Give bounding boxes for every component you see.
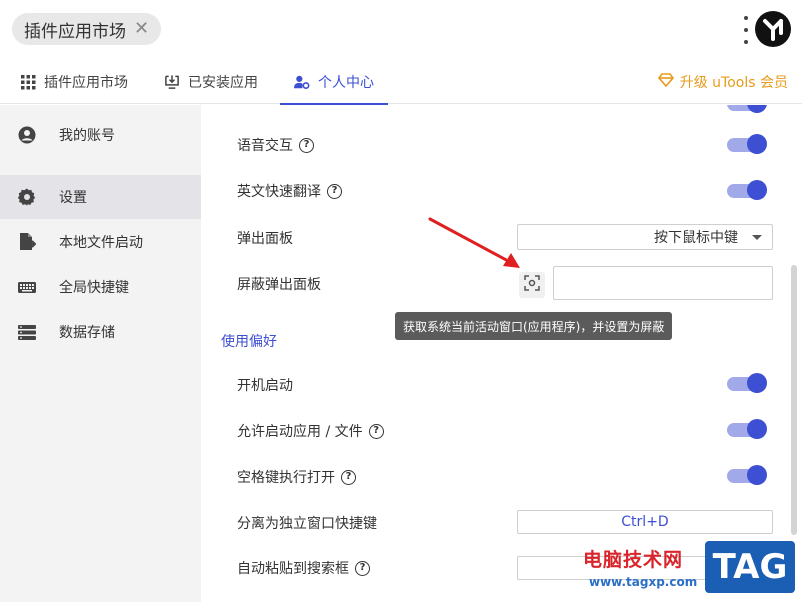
diamond-icon bbox=[657, 73, 674, 91]
file-launch-icon bbox=[18, 233, 37, 251]
help-icon[interactable]: ? bbox=[341, 469, 356, 485]
sidebar-item-label: 本地文件启动 bbox=[59, 235, 143, 251]
sidebar-item-settings[interactable]: 设置 bbox=[0, 175, 201, 219]
settings-panel: 语音交互 ? 英文快速翻译 ? 弹出面板 按下鼠标中键 屏蔽弹出面板 获取系统当… bbox=[201, 105, 802, 602]
blocked-apps-input[interactable] bbox=[553, 266, 773, 300]
grid-icon bbox=[20, 74, 36, 90]
scrollbar[interactable] bbox=[791, 265, 797, 535]
setting-row-autostart: 开机启动 bbox=[237, 375, 293, 395]
tab-installed-apps[interactable]: 已安装应用 bbox=[164, 60, 258, 104]
setting-label: 分离为独立窗口快捷键 bbox=[237, 516, 377, 532]
watermark-tag-logo: TAG bbox=[705, 541, 795, 593]
sidebar-item-label: 全局快捷键 bbox=[59, 280, 129, 296]
sidebar-item-account[interactable]: 我的账号 bbox=[0, 113, 201, 157]
voice-toggle[interactable] bbox=[727, 134, 767, 154]
setting-row-translate: 英文快速翻译 ? bbox=[237, 181, 342, 201]
autostart-toggle[interactable] bbox=[727, 373, 767, 393]
setting-label: 开机启动 bbox=[237, 378, 293, 394]
translate-toggle[interactable] bbox=[727, 180, 767, 200]
setting-label: 屏蔽弹出面板 bbox=[237, 277, 321, 293]
capture-window-button[interactable] bbox=[519, 272, 545, 298]
setting-label: 弹出面板 bbox=[237, 231, 293, 247]
allow-launch-toggle[interactable] bbox=[727, 419, 767, 439]
toggle-switch[interactable] bbox=[727, 105, 767, 113]
keyboard-icon bbox=[18, 278, 36, 296]
watermark-url: www.tagxp.com bbox=[589, 575, 698, 589]
setting-row-voice: 语音交互 ? bbox=[237, 135, 314, 155]
tab-bar: 插件应用市场 已安装应用 个人中心 升级 uTools 会员 bbox=[0, 60, 802, 105]
help-icon[interactable]: ? bbox=[327, 183, 342, 199]
sidebar: 我的账号 设置 本地文件启动 全局快捷键 数据存储 bbox=[0, 105, 201, 602]
section-title-preferences: 使用偏好 bbox=[221, 334, 277, 350]
search-tag-text: 插件应用市场 bbox=[24, 21, 126, 42]
more-menu-icon[interactable] bbox=[742, 16, 750, 44]
sidebar-item-label: 数据存储 bbox=[59, 325, 115, 341]
upgrade-member-link[interactable]: 升级 uTools 会员 bbox=[657, 60, 788, 104]
chevron-down-icon bbox=[752, 235, 762, 240]
help-icon[interactable]: ? bbox=[299, 137, 314, 153]
tab-label: 个人中心 bbox=[318, 75, 374, 91]
upgrade-label: 升级 uTools 会员 bbox=[679, 75, 788, 91]
tab-label: 已安装应用 bbox=[188, 75, 258, 91]
setting-row-detach-shortcut: 分离为独立窗口快捷键 bbox=[237, 513, 377, 533]
sidebar-item-label: 设置 bbox=[59, 190, 87, 206]
tab-personal-center[interactable]: 个人中心 bbox=[280, 60, 388, 105]
sidebar-item-local-file-launch[interactable]: 本地文件启动 bbox=[0, 220, 201, 264]
user-settings-icon bbox=[294, 74, 310, 90]
setting-row-popup-panel: 弹出面板 bbox=[237, 228, 293, 248]
select-value: 按下鼠标中键 bbox=[654, 230, 738, 246]
setting-row-block-popup: 屏蔽弹出面板 bbox=[237, 274, 321, 294]
setting-row-auto-paste: 自动粘贴到搜索框 ? bbox=[237, 558, 370, 578]
watermark-site-name: 电脑技术网 bbox=[583, 549, 684, 571]
gear-icon bbox=[17, 188, 36, 206]
sidebar-item-global-shortcuts[interactable]: 全局快捷键 bbox=[0, 265, 201, 309]
capture-tooltip: 获取系统当前活动窗口(应用程序)，并设置为屏蔽 bbox=[395, 312, 673, 340]
tab-label: 插件应用市场 bbox=[44, 75, 128, 91]
sidebar-item-data-storage[interactable]: 数据存储 bbox=[0, 310, 201, 354]
setting-label: 语音交互 bbox=[237, 138, 293, 154]
close-icon[interactable]: ✕ bbox=[134, 20, 149, 38]
setting-label: 自动粘贴到搜索框 bbox=[237, 561, 349, 577]
space-open-toggle[interactable] bbox=[727, 465, 767, 485]
search-tag-pill[interactable]: 插件应用市场 ✕ bbox=[12, 13, 162, 45]
focus-capture-icon bbox=[524, 275, 540, 295]
detach-shortcut-input[interactable]: Ctrl+D bbox=[517, 510, 773, 534]
top-bar: 插件应用市场 ✕ bbox=[0, 0, 802, 60]
utools-logo-icon[interactable] bbox=[755, 11, 791, 47]
help-icon[interactable]: ? bbox=[368, 423, 384, 439]
setting-row-allow-launch: 允许启动应用 / 文件 ? bbox=[237, 421, 384, 441]
sidebar-item-label: 我的账号 bbox=[59, 128, 115, 144]
tab-plugin-market[interactable]: 插件应用市场 bbox=[20, 60, 128, 104]
setting-label: 允许启动应用 / 文件 bbox=[237, 424, 363, 440]
storage-icon bbox=[18, 323, 36, 341]
setting-label: 英文快速翻译 bbox=[237, 184, 321, 200]
setting-label: 空格键执行打开 bbox=[237, 470, 335, 486]
setting-row-space-open: 空格键执行打开 ? bbox=[237, 467, 356, 487]
download-monitor-icon bbox=[164, 74, 180, 90]
account-icon bbox=[18, 126, 36, 144]
help-icon[interactable]: ? bbox=[355, 560, 370, 576]
popup-panel-select[interactable]: 按下鼠标中键 bbox=[517, 224, 773, 250]
